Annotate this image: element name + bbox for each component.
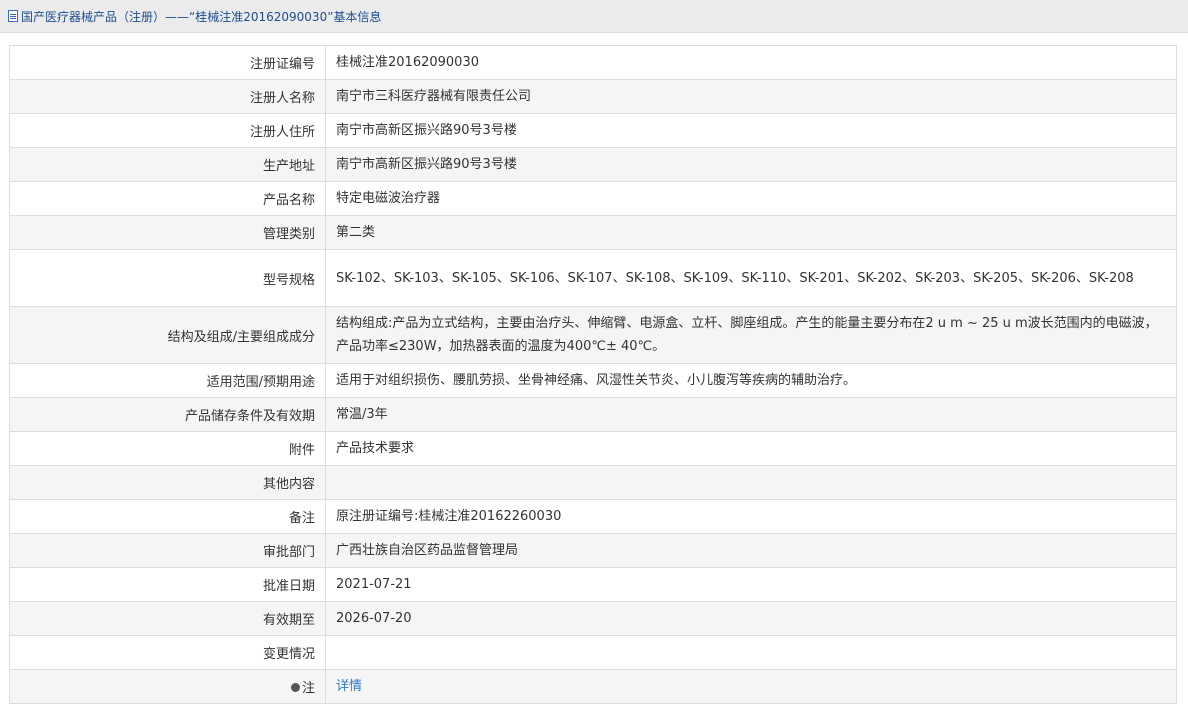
row-value: 南宁市高新区振兴路90号3号楼 <box>325 113 1177 148</box>
row-label: 审批部门 <box>9 533 326 568</box>
row-label: 变更情况 <box>9 635 326 670</box>
table-row: 注册人住所 南宁市高新区振兴路90号3号楼 <box>9 113 1177 148</box>
table-row: 其他内容 <box>9 465 1177 500</box>
row-label: 注册人名称 <box>9 79 326 114</box>
note-label: 注 <box>301 681 315 696</box>
row-value: 第二类 <box>325 215 1177 250</box>
table-row: 型号规格 SK-102、SK-103、SK-105、SK-106、SK-107、… <box>9 249 1177 307</box>
table-row: 产品储存条件及有效期 常温/3年 <box>9 397 1177 432</box>
row-label: 附件 <box>9 431 326 466</box>
row-label: 有效期至 <box>9 601 326 636</box>
row-value: 南宁市三科医疗器械有限责任公司 <box>325 79 1177 114</box>
row-value: 特定电磁波治疗器 <box>325 181 1177 216</box>
table-row: 审批部门 广西壮族自治区药品监督管理局 <box>9 533 1177 568</box>
table-row: 结构及组成/主要组成成分 结构组成:产品为立式结构，主要由治疗头、伸缩臂、电源盒… <box>9 306 1177 364</box>
row-label: 备注 <box>9 499 326 534</box>
row-value: SK-102、SK-103、SK-105、SK-106、SK-107、SK-10… <box>325 249 1177 307</box>
table-row: 附件 产品技术要求 <box>9 431 1177 466</box>
table-row: 注册人名称 南宁市三科医疗器械有限责任公司 <box>9 79 1177 114</box>
row-label: 产品储存条件及有效期 <box>9 397 326 432</box>
note-label-cell: 注 <box>9 669 326 704</box>
row-value: 2021-07-21 <box>325 567 1177 602</box>
page-titlebar: 国产医疗器械产品（注册）——“桂械注准20162090030”基本信息 <box>0 0 1188 33</box>
row-value: 结构组成:产品为立式结构，主要由治疗头、伸缩臂、电源盒、立杆、脚座组成。产生的能… <box>325 306 1177 364</box>
row-label: 其他内容 <box>9 465 326 500</box>
row-label: 结构及组成/主要组成成分 <box>9 306 326 364</box>
table-row: 变更情况 <box>9 635 1177 670</box>
row-value: 产品技术要求 <box>325 431 1177 466</box>
table-row-note: 注 详情 <box>9 669 1177 704</box>
table-row: 批准日期 2021-07-21 <box>9 567 1177 602</box>
row-value: 常温/3年 <box>325 397 1177 432</box>
row-value <box>325 465 1177 500</box>
row-label: 型号规格 <box>9 249 326 307</box>
document-icon <box>8 10 18 22</box>
table-row: 注册证编号 桂械注准20162090030 <box>9 45 1177 80</box>
row-label: 产品名称 <box>9 181 326 216</box>
table-row: 产品名称 特定电磁波治疗器 <box>9 181 1177 216</box>
row-value: 桂械注准20162090030 <box>325 45 1177 80</box>
row-label: 注册证编号 <box>9 45 326 80</box>
row-value: 广西壮族自治区药品监督管理局 <box>325 533 1177 568</box>
table-row: 生产地址 南宁市高新区振兴路90号3号楼 <box>9 147 1177 182</box>
row-label: 适用范围/预期用途 <box>9 363 326 398</box>
note-value-cell: 详情 <box>325 669 1177 704</box>
lightbulb-icon <box>290 683 300 692</box>
row-label: 管理类别 <box>9 215 326 250</box>
page-title: 国产医疗器械产品（注册）——“桂械注准20162090030”基本信息 <box>21 9 382 24</box>
row-label: 批准日期 <box>9 567 326 602</box>
table-row: 备注 原注册证编号:桂械注准20162260030 <box>9 499 1177 534</box>
row-value: 原注册证编号:桂械注准20162260030 <box>325 499 1177 534</box>
table-row: 管理类别 第二类 <box>9 215 1177 250</box>
table-row: 有效期至 2026-07-20 <box>9 601 1177 636</box>
row-value: 南宁市高新区振兴路90号3号楼 <box>325 147 1177 182</box>
row-label: 生产地址 <box>9 147 326 182</box>
row-label: 注册人住所 <box>9 113 326 148</box>
details-link[interactable]: 详情 <box>336 679 362 694</box>
row-value <box>325 635 1177 670</box>
row-value: 适用于对组织损伤、腰肌劳损、坐骨神经痛、风湿性关节炎、小儿腹泻等疾病的辅助治疗。 <box>325 363 1177 398</box>
info-table-wrapper: 注册证编号 桂械注准20162090030 注册人名称 南宁市三科医疗器械有限责… <box>9 45 1177 704</box>
table-row: 适用范围/预期用途 适用于对组织损伤、腰肌劳损、坐骨神经痛、风湿性关节炎、小儿腹… <box>9 363 1177 398</box>
row-value: 2026-07-20 <box>325 601 1177 636</box>
info-table: 注册证编号 桂械注准20162090030 注册人名称 南宁市三科医疗器械有限责… <box>9 45 1177 704</box>
